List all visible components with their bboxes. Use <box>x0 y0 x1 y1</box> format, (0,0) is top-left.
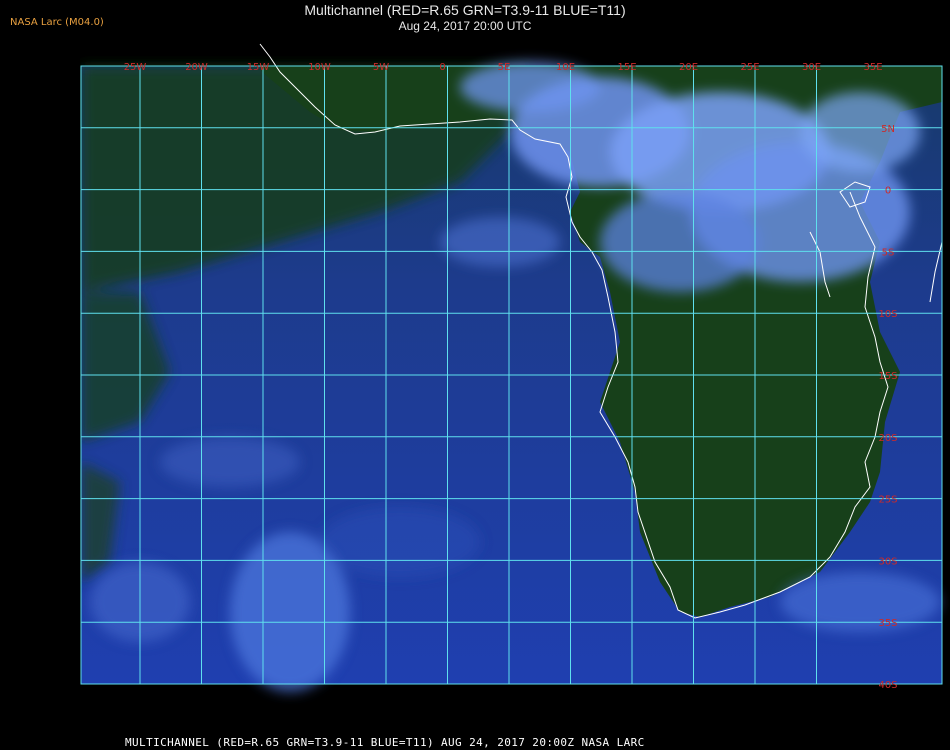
longitude-label: 30E <box>802 62 821 73</box>
latitude-label: 40S <box>878 680 897 691</box>
latitude-label: 20S <box>878 433 897 444</box>
longitude-label: 10E <box>556 62 575 73</box>
longitude-label: 25W <box>124 62 147 73</box>
longitude-label: 20E <box>679 62 698 73</box>
longitude-label: 25E <box>740 62 759 73</box>
satellite-map[interactable]: 25W 20W 15W 10W 5W 0 5E 10E 15E 20E 25E 30E 35E 5N 0 5… <box>80 42 950 728</box>
longitude-label: 15E <box>617 62 636 73</box>
image-timestamp: Aug 24, 2017 20:00 UTC <box>398 19 532 33</box>
credit-label: NASA Larc (M04.0) <box>10 17 104 28</box>
footer-caption: MULTICHANNEL (RED=R.65 GRN=T3.9-11 BLUE=… <box>125 736 645 749</box>
latitude-label: 30S <box>878 556 897 567</box>
longitude-label: 10W <box>308 62 331 73</box>
latitude-label: 5S <box>882 247 895 258</box>
longitude-label: 0 <box>439 62 445 73</box>
latitude-label: 15S <box>878 371 897 382</box>
longitude-label: 15W <box>247 62 270 73</box>
longitude-label: 20W <box>185 62 208 73</box>
longitude-label: 35E <box>863 62 882 73</box>
longitude-label: 5W <box>373 62 389 73</box>
latitude-label: 25S <box>878 495 897 506</box>
satellite-image: 25W 20W 15W 10W 5W 0 5E 10E 15E 20E 25E 30E 35E 5N 0 5… <box>80 43 943 692</box>
image-title: Multichannel (RED=R.65 GRN=T3.9-11 BLUE=… <box>304 2 626 18</box>
longitude-label: 5E <box>498 62 511 73</box>
latitude-label: 0 <box>885 186 891 197</box>
latitude-label: 35S <box>878 618 897 629</box>
latitude-label: 10S <box>878 309 897 320</box>
latitude-label: 5N <box>881 124 895 135</box>
